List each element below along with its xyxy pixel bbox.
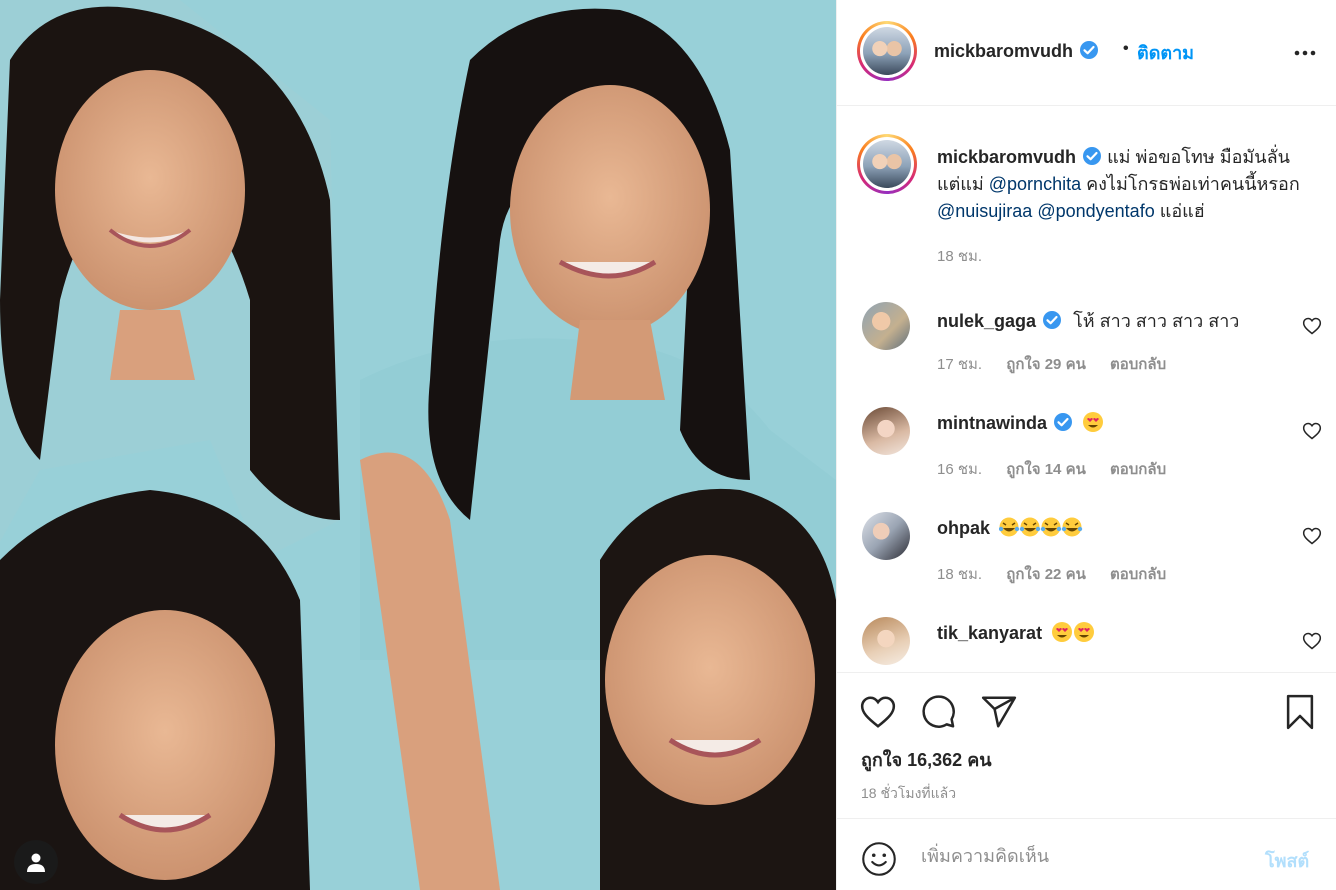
- author-username-text[interactable]: mickbaromvudh: [934, 41, 1073, 61]
- commenter-username[interactable]: nulek_gaga: [937, 311, 1036, 331]
- heart-eyes-emoji-icon: [1083, 412, 1104, 432]
- comment-time[interactable]: 18 ชม.: [937, 566, 982, 583]
- verified-badge-icon: [1083, 147, 1102, 165]
- comment-input[interactable]: [921, 841, 1221, 871]
- post-photo-illustration: [0, 0, 836, 890]
- comment-line: tik_kanyarat: [937, 621, 1095, 644]
- user-tag-icon: [27, 853, 45, 872]
- caption-text: mickbaromvudh แม่ พ่อขอโทษ มือมันลั่น แต…: [937, 144, 1317, 225]
- reply-button[interactable]: ตอบกลับ: [1110, 566, 1166, 583]
- commenter-avatar[interactable]: [862, 512, 910, 560]
- comment-icon[interactable]: [919, 693, 957, 731]
- caption-part: แอ่แฮ่: [1154, 201, 1205, 221]
- caption-avatar[interactable]: [857, 134, 917, 194]
- commenter-avatar[interactable]: [862, 617, 910, 665]
- post-comment-button[interactable]: โพสต์: [1265, 846, 1309, 875]
- post-actions: ถูกใจ 16,362 คน 18 ชั่วโมงที่แล้ว: [837, 672, 1336, 818]
- comment-item: ohpak 18 ชม. ถูกใจ 22 คน ตอบกลับ: [837, 510, 1336, 615]
- commenter-avatar[interactable]: [862, 407, 910, 455]
- mention-link[interactable]: @pondyentafo: [1037, 201, 1154, 221]
- share-icon[interactable]: [980, 693, 1018, 731]
- comment-likes[interactable]: ถูกใจ 22 คน: [1006, 566, 1086, 583]
- post-header: mickbaromvudh • ติดตาม: [837, 0, 1336, 106]
- comment-item: nulek_gaga โห้ สาว สาว สาว สาว 17 ชม. ถู…: [837, 300, 1336, 405]
- reply-button[interactable]: ตอบกลับ: [1110, 461, 1166, 478]
- verified-badge-icon: [1043, 311, 1062, 329]
- heart-icon[interactable]: [1302, 631, 1322, 651]
- posted-time[interactable]: 18 ชั่วโมงที่แล้ว: [861, 783, 956, 805]
- mention-link[interactable]: @pornchita: [989, 174, 1081, 194]
- heart-icon[interactable]: [1302, 526, 1322, 546]
- author-username[interactable]: mickbaromvudh: [934, 40, 1099, 62]
- emoji-icon[interactable]: [861, 841, 897, 877]
- commenter-username[interactable]: ohpak: [937, 518, 990, 538]
- commenter-avatar[interactable]: [862, 302, 910, 350]
- add-comment-bar: โพสต์: [837, 818, 1336, 890]
- more-options-icon[interactable]: [1293, 41, 1317, 65]
- comment-likes[interactable]: ถูกใจ 29 คน: [1006, 356, 1086, 373]
- comment-time[interactable]: 16 ชม.: [937, 461, 982, 478]
- comment-likes[interactable]: ถูกใจ 14 คน: [1006, 461, 1086, 478]
- comment-meta: 18 ชม. ถูกใจ 22 คน ตอบกลับ: [937, 562, 1186, 586]
- comment-line: mintnawinda: [937, 411, 1104, 434]
- author-avatar[interactable]: [857, 21, 917, 81]
- comments-list[interactable]: mickbaromvudh แม่ พ่อขอโทษ มือมันลั่น แต…: [837, 106, 1336, 672]
- reply-button[interactable]: ตอบกลับ: [1110, 356, 1166, 373]
- post-details-panel: mickbaromvudh • ติดตาม mickbaromvudh แม่…: [836, 0, 1336, 890]
- follow-button[interactable]: ติดตาม: [1137, 38, 1194, 67]
- commenter-username[interactable]: tik_kanyarat: [937, 623, 1042, 643]
- heart-eyes-emoji-icon: [1052, 622, 1095, 642]
- commenter-username[interactable]: mintnawinda: [937, 413, 1047, 433]
- comment-time[interactable]: 17 ชม.: [937, 356, 982, 373]
- heart-icon[interactable]: [1302, 421, 1322, 441]
- post-image[interactable]: [0, 0, 836, 890]
- mention-link[interactable]: @nuisujiraa: [937, 201, 1032, 221]
- bookmark-icon[interactable]: [1281, 693, 1319, 731]
- comment-line: ohpak: [937, 516, 1083, 539]
- comment-meta: 16 ชม. ถูกใจ 14 คน ตอบกลับ: [937, 457, 1186, 481]
- comment-text: โห้ สาว สาว สาว สาว: [1073, 311, 1240, 331]
- comment-line: nulek_gaga โห้ สาว สาว สาว สาว: [937, 306, 1239, 335]
- separator-dot: •: [1123, 40, 1129, 57]
- comment-meta: 17 ชม. ถูกใจ 29 คน ตอบกลับ: [937, 352, 1186, 376]
- heart-icon[interactable]: [1302, 316, 1322, 336]
- user-tag-button[interactable]: [14, 840, 58, 884]
- laughing-tears-emoji-icon: [998, 517, 1083, 537]
- like-heart-icon[interactable]: [859, 693, 897, 731]
- comment-item: tik_kanyarat: [837, 615, 1336, 672]
- verified-badge-icon: [1080, 41, 1099, 59]
- likes-count[interactable]: ถูกใจ 16,362 คน: [861, 745, 992, 774]
- caption-username[interactable]: mickbaromvudh: [937, 147, 1076, 167]
- verified-badge-icon: [1054, 413, 1073, 431]
- caption-part: คงไม่โกรธพ่อเท่าคนนี้หรอก: [1081, 174, 1300, 194]
- comment-item: mintnawinda 16 ชม. ถูกใจ 14 คน ตอบกลับ: [837, 405, 1336, 510]
- caption-time[interactable]: 18 ชม.: [937, 244, 982, 268]
